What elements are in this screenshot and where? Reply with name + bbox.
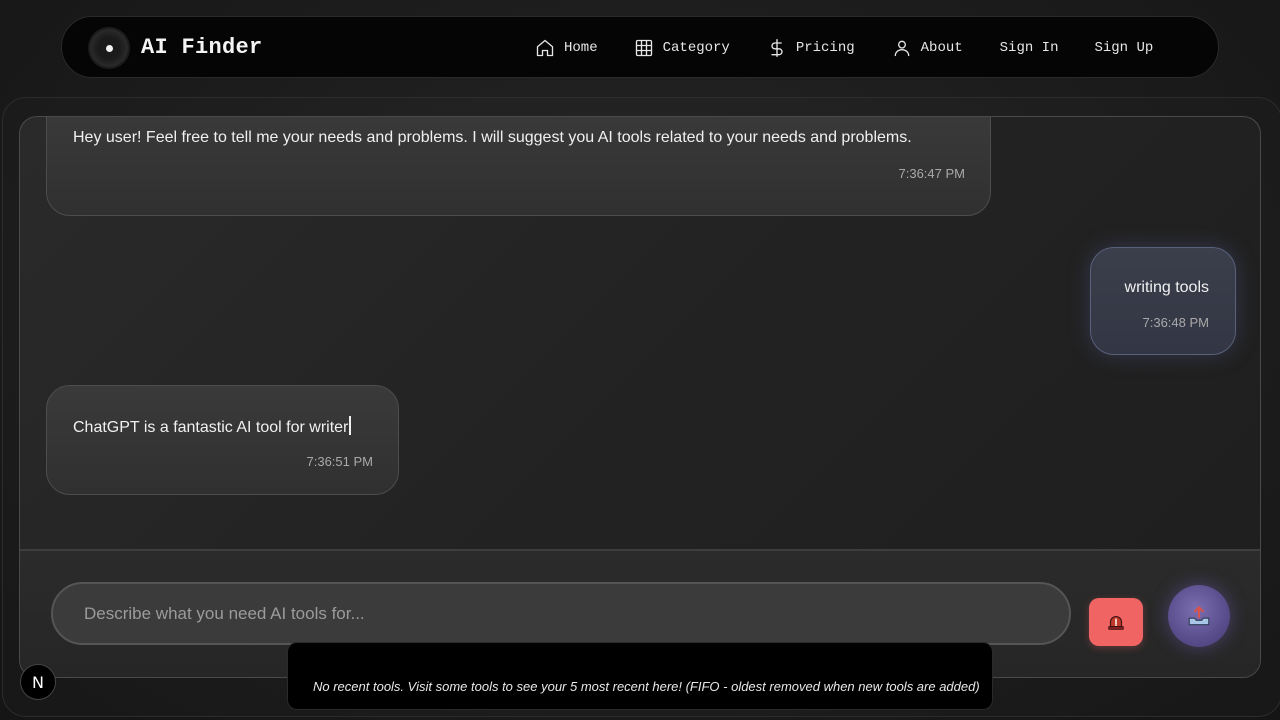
alert-button[interactable] <box>1089 598 1143 646</box>
nav-item-sign-up[interactable]: Sign Up <box>1094 40 1153 56</box>
recent-tools-text: No recent tools. Visit some tools to see… <box>313 679 980 694</box>
message-time: 7:36:47 PM <box>898 166 966 181</box>
home-icon <box>536 39 554 57</box>
grid-icon <box>635 39 652 57</box>
chat-panel: Hey user! Feel free to tell me your need… <box>19 116 1261 678</box>
message-text: writing tools <box>1124 279 1209 296</box>
nav-item-pricing[interactable]: Pricing <box>767 38 855 58</box>
nav-home-label: Home <box>564 40 598 56</box>
dev-badge[interactable]: N <box>20 664 56 700</box>
user-icon <box>894 40 909 57</box>
nav-sign-up-label: Sign Up <box>1094 40 1154 56</box>
nav-category-label: Category <box>662 40 730 56</box>
nav-item-home[interactable]: Home <box>535 38 598 58</box>
siren-icon <box>1108 616 1124 630</box>
chat-input[interactable] <box>51 582 1071 645</box>
nav-sign-in-label: Sign In <box>999 40 1059 56</box>
nav-item-sign-in[interactable]: Sign In <box>1000 40 1059 56</box>
recent-tools-panel: No recent tools. Visit some tools to see… <box>287 642 993 710</box>
message-time: 7:36:48 PM <box>1142 315 1210 330</box>
top-navbar: AI Finder Home Category Pricing About Si… <box>61 16 1219 78</box>
nav-item-category[interactable]: Category <box>634 38 730 58</box>
message-text: Hey user! Feel free to tell me your need… <box>73 129 912 146</box>
message-text: ChatGPT is a fantastic AI tool for write… <box>73 419 349 436</box>
brand-name[interactable]: AI Finder <box>141 35 263 60</box>
user-message: writing tools 7:36:48 PM <box>1090 247 1236 355</box>
logo-icon[interactable] <box>90 29 128 67</box>
nav-item-about[interactable]: About <box>892 38 963 58</box>
send-button[interactable] <box>1168 585 1230 647</box>
bot-message: ChatGPT is a fantastic AI tool for write… <box>46 385 399 495</box>
nav-links: Home Category Pricing About Sign In Sign… <box>535 17 1153 79</box>
nav-pricing-label: Pricing <box>795 40 855 56</box>
logo-dot <box>105 44 113 52</box>
typing-caret <box>349 416 352 435</box>
bot-message: Hey user! Feel free to tell me your need… <box>46 117 991 216</box>
message-time: 7:36:51 PM <box>306 454 374 469</box>
nav-about-label: About <box>920 40 963 56</box>
dollar-icon <box>771 39 783 57</box>
upload-tray-icon <box>1188 606 1210 626</box>
message-text-wrapper: ChatGPT is a fantastic AI tool for write… <box>73 416 352 437</box>
